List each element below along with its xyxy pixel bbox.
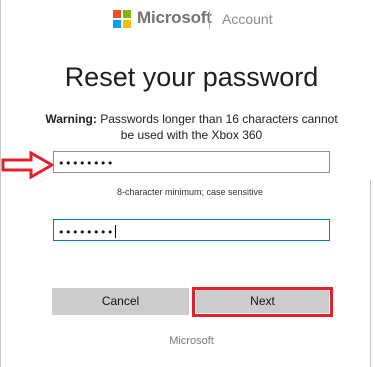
warning-label: Warning:: [45, 112, 97, 126]
brand-name: Microsoft: [137, 8, 212, 27]
next-button[interactable]: Next: [196, 290, 329, 313]
microsoft-logo-icon: [113, 10, 131, 28]
warning-text: Passwords longer than 16 characters cann…: [96, 112, 338, 142]
warning-message: Warning: Passwords longer than 16 charac…: [40, 111, 343, 143]
section-name: Account: [222, 11, 273, 27]
window-border-left: [0, 0, 1, 367]
red-arrow-icon: [1, 151, 55, 179]
cancel-button[interactable]: Cancel: [52, 288, 189, 315]
confirm-password-field[interactable]: ••••••••: [53, 219, 330, 241]
page-header: Microsoft Account: [0, 7, 375, 31]
text-cursor: [114, 225, 116, 238]
footer-brand: Microsoft: [169, 335, 214, 347]
new-password-field[interactable]: ••••••••: [53, 151, 330, 173]
header-divider: [209, 10, 210, 29]
new-password-value: ••••••••: [58, 157, 114, 170]
confirm-password-value: ••••••••: [58, 226, 114, 239]
page-title: Reset your password: [64, 62, 319, 92]
password-hint: 8-character minimum; case sensitive: [116, 187, 264, 197]
